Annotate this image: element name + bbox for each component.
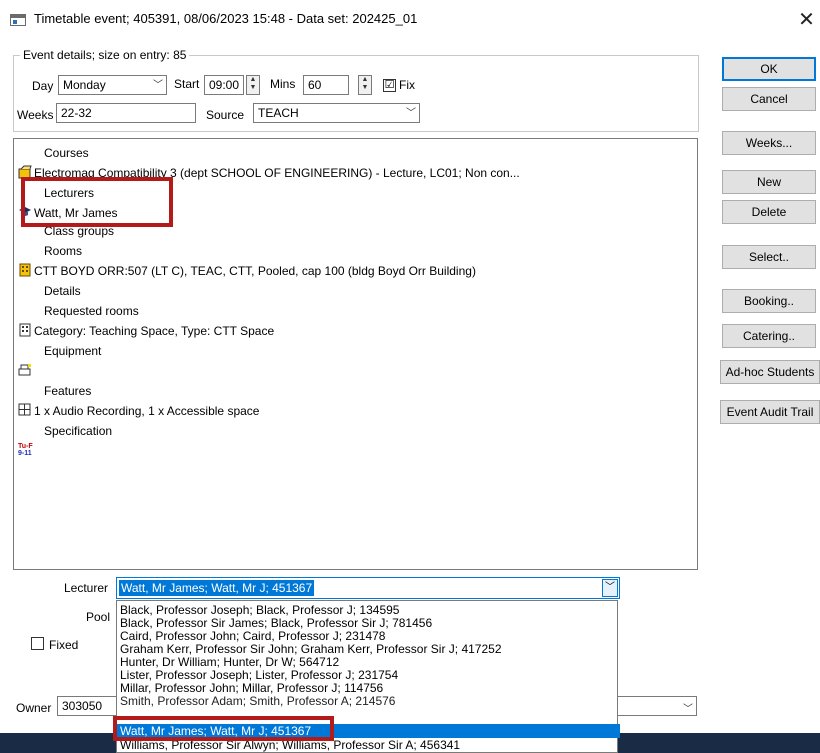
equipment-header: Equipment [44,344,102,358]
start-label: Start [174,77,200,91]
room-item-label: CTT BOYD ORR:507 (LT C), TEAC, CTT, Pool… [34,264,476,278]
select-button[interactable]: Select.. [722,245,816,269]
room-item[interactable]: CTT BOYD ORR:507 (LT C), TEAC, CTT, Pool… [18,261,476,281]
fix-label: Fix [399,78,415,92]
day-select-value: Monday [63,78,106,92]
dropdown-option[interactable]: Smith, Professor Adam; Smith, Professor … [120,695,395,708]
lecturer-label: Lecturer [64,581,109,595]
weeks-label: Weeks [17,108,54,122]
fixed-checkbox[interactable] [31,637,44,650]
event-details-legend: Event details; size on entry: 85 [20,48,190,62]
requested-room-item[interactable]: Category: Teaching Space, Type: CTT Spac… [18,321,274,341]
requested-room-label: Category: Teaching Space, Type: CTT Spac… [34,324,275,338]
window-title: Timetable event; 405391, 08/06/2023 15:4… [34,11,418,26]
window-app-icon [10,14,26,26]
close-icon[interactable]: ✕ [793,5,820,35]
delete-button[interactable]: Delete [722,200,816,224]
mins-label: Mins [270,77,296,91]
features-header: Features [44,384,92,398]
specification-header: Specification [44,424,113,438]
fix-checkbox[interactable]: ☑ [383,79,396,92]
source-select-value: TEACH [258,106,299,120]
spec-icon-top: Tu-F [18,443,33,450]
ok-button[interactable]: OK [722,57,816,81]
lecturer-highlight-box [21,177,173,227]
selected-option-highlight-box [113,716,334,741]
weeks-input[interactable]: 22-32 [56,103,196,123]
owner-select[interactable]: ﹀ [617,696,697,716]
details-header: Details [44,284,81,298]
spec-icon-bottom: 9-11 [18,450,32,457]
building-icon [18,263,32,277]
source-label: Source [206,108,245,122]
equipment-item[interactable] [18,361,34,381]
grid-icon [18,403,32,417]
weeks-button[interactable]: Weeks... [722,131,816,155]
start-spinner-icon[interactable]: ▲ ▼ [246,75,260,95]
mins-spinner-icon[interactable]: ▲ ▼ [358,75,372,95]
lecturer-combo[interactable]: Watt, Mr James; Watt, Mr J; 451367 ﹀ [116,577,620,599]
fixed-label: Fixed [49,638,79,652]
lecturer-combo-value: Watt, Mr James; Watt, Mr J; 451367 [119,580,315,596]
feature-item[interactable]: 1 x Audio Recording, 1 x Accessible spac… [18,401,259,421]
feature-item-label: 1 x Audio Recording, 1 x Accessible spac… [34,404,260,418]
pool-label: Pool [86,610,111,624]
event-audit-trail-button[interactable]: Event Audit Trail [720,400,820,424]
chevron-down-icon[interactable]: ﹀ [602,579,618,597]
rooms-header: Rooms [44,244,83,258]
mins-input[interactable]: 60 [303,75,349,95]
chevron-down-icon: ﹀ [683,704,693,715]
booking-button[interactable]: Booking.. [722,289,816,313]
cancel-button[interactable]: Cancel [722,87,816,111]
start-time-input[interactable]: 09:00 [204,75,244,95]
calendar-spec-icon: Tu-F 9-11 [18,443,33,457]
owner-input[interactable]: 303050 [57,696,119,716]
equipment-icon [18,363,32,377]
adhoc-students-button[interactable]: Ad-hoc Students [720,360,820,384]
new-button[interactable]: New [722,170,816,194]
owner-label: Owner [16,701,52,715]
chevron-down-icon: ﹀ [153,80,163,91]
building-outline-icon [18,323,32,337]
source-select[interactable]: TEACH ﹀ [253,103,420,123]
day-label: Day [32,79,54,93]
requested-rooms-header: Requested rooms [44,304,139,318]
courses-header: Courses [44,146,89,160]
catering-button[interactable]: Catering.. [722,324,816,348]
day-select[interactable]: Monday ﹀ [58,75,167,95]
chevron-down-icon: ﹀ [406,108,416,119]
